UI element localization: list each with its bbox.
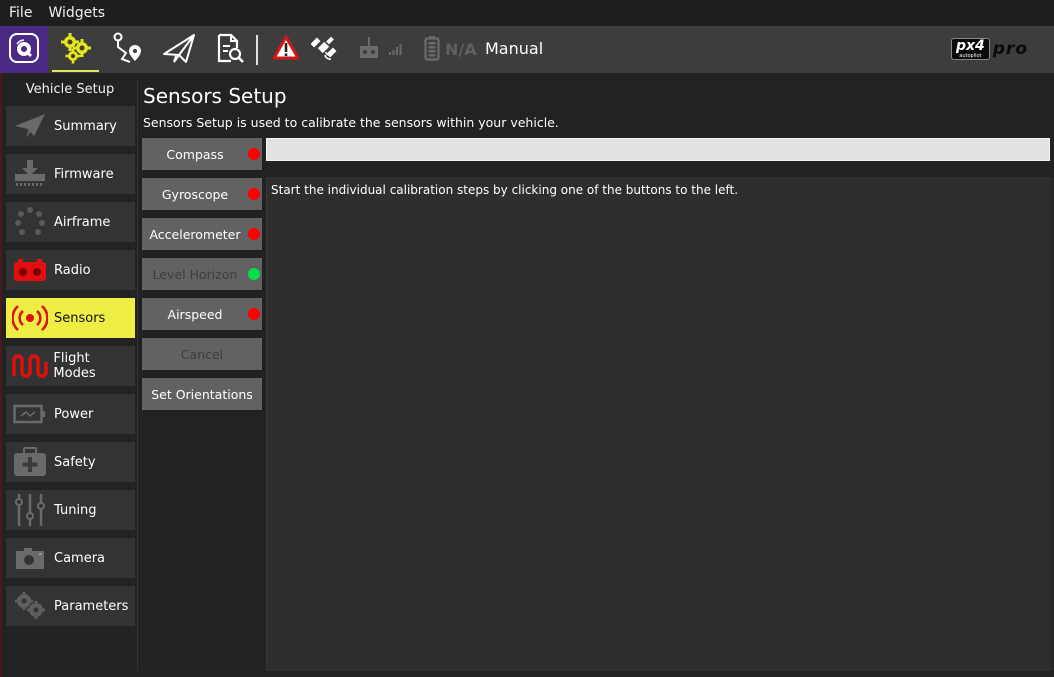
status-indicator-red — [248, 308, 260, 320]
button-label: Set Orientations — [151, 386, 253, 402]
set-orientations-button[interactable]: Set Orientations — [142, 378, 262, 410]
plan-button[interactable] — [106, 26, 148, 73]
sensors-icon — [6, 298, 54, 338]
battery-indicator[interactable] — [422, 26, 442, 73]
autopilot-text: autopilot — [959, 52, 982, 59]
fly-button[interactable] — [158, 26, 200, 73]
first-aid-kit-icon — [6, 442, 54, 482]
sidebar-item-label: Camera — [54, 550, 106, 566]
sidebar-item-label: Firmware — [54, 166, 114, 182]
qgc-logo-button[interactable] — [0, 26, 48, 73]
battery-power-icon — [6, 394, 54, 434]
button-label: Cancel — [180, 346, 224, 362]
sidebar-item-camera[interactable]: Camera — [6, 538, 135, 578]
document-search-icon — [213, 32, 245, 68]
flight-modes-icon — [6, 346, 53, 386]
sidebar-item-power[interactable]: Power — [6, 394, 135, 434]
cancel-button[interactable]: Cancel — [142, 338, 262, 370]
vehicle-setup-button[interactable] — [52, 26, 99, 73]
sidebar-item-label: Summary — [54, 118, 117, 134]
page-description: Sensors Setup is used to calibrate the s… — [143, 115, 559, 130]
camera-icon — [6, 538, 54, 578]
px4-text: px4 — [956, 37, 985, 54]
sidebar-item-label: Sensors — [54, 310, 106, 326]
status-indicator-green — [248, 268, 260, 280]
satellite-icon — [310, 35, 337, 65]
calibration-status-area: Start the individual calibration steps b… — [266, 177, 1049, 671]
scrollbar-track[interactable] — [1049, 177, 1054, 671]
gears-icon — [6, 586, 54, 626]
compass-calibrate-button[interactable]: Compass — [142, 138, 262, 170]
qgc-logo-icon — [8, 32, 40, 68]
vehicle-setup-sidebar: Vehicle Setup Summary Firmware Airframe … — [0, 73, 138, 677]
menu-widgets[interactable]: Widgets — [40, 5, 113, 21]
sidebar-item-flight-modes[interactable]: Flight Modes — [6, 346, 135, 386]
button-label: Gyroscope — [161, 186, 229, 202]
menu-file[interactable]: File — [0, 5, 40, 21]
gyroscope-calibrate-button[interactable]: Gyroscope — [142, 178, 262, 210]
sliders-icon — [6, 490, 54, 530]
status-indicator-red — [248, 188, 260, 200]
sidebar-item-tuning[interactable]: Tuning — [6, 490, 135, 530]
messages-indicator[interactable] — [270, 26, 302, 73]
sidebar-item-summary[interactable]: Summary — [6, 106, 135, 146]
paper-plane-icon — [162, 32, 196, 68]
signal-bars-icon — [388, 40, 404, 59]
rc-transmitter-icon — [358, 36, 380, 64]
gps-indicator[interactable] — [309, 26, 339, 73]
airframe-dots-icon — [6, 202, 54, 242]
sidebar-divider — [137, 80, 138, 670]
button-label: Level Horizon — [152, 266, 238, 282]
button-label: Compass — [166, 146, 224, 162]
airspeed-calibrate-button[interactable]: Airspeed — [142, 298, 262, 330]
sidebar-item-safety[interactable]: Safety — [6, 442, 135, 482]
sidebar-item-airframe[interactable]: Airframe — [6, 202, 135, 242]
selected-indicator — [52, 70, 99, 72]
sidebar-item-label: Power — [54, 406, 94, 422]
sidebar-item-label: Airframe — [54, 214, 111, 230]
status-indicator-red — [248, 148, 260, 160]
plan-route-icon — [110, 31, 144, 69]
sidebar-item-radio[interactable]: Radio — [6, 250, 135, 290]
analyze-button[interactable] — [208, 26, 250, 73]
sidebar-item-label: Flight Modes — [53, 351, 96, 381]
radio-icon — [6, 250, 54, 290]
px4-badge: px4 autopilot — [951, 38, 990, 60]
battery-status-text: N/A — [445, 40, 477, 59]
button-label: Accelerometer — [149, 226, 241, 242]
warning-triangle-icon — [272, 35, 300, 65]
pro-text: pro — [992, 39, 1029, 59]
download-icon — [6, 154, 54, 194]
button-label: Airspeed — [167, 306, 223, 322]
sidebar-item-firmware[interactable]: Firmware — [6, 154, 135, 194]
accelerometer-calibrate-button[interactable]: Accelerometer — [142, 218, 262, 250]
gears-icon — [59, 32, 93, 68]
status-indicator-red — [248, 228, 260, 240]
sidebar-item-label: Tuning — [54, 502, 97, 518]
sidebar-item-label: Radio — [54, 262, 91, 278]
px4-pro-logo: px4 autopilot pro — [951, 38, 1028, 60]
rc-signal — [386, 26, 406, 73]
menu-bar: File Widgets — [0, 0, 1054, 26]
instructions-text: Start the individual calibration steps b… — [271, 183, 739, 197]
sidebar-item-label: Safety — [54, 454, 96, 470]
flight-mode-selector[interactable]: Manual — [485, 39, 543, 58]
sidebar-item-parameters[interactable]: Parameters — [6, 586, 135, 626]
battery-icon — [424, 35, 440, 65]
page-title: Sensors Setup — [143, 84, 287, 108]
level-horizon-calibrate-button[interactable]: Level Horizon — [142, 258, 262, 290]
calibration-progress-bar — [266, 138, 1050, 161]
rc-indicator[interactable] — [356, 26, 382, 73]
paper-plane-icon — [6, 106, 54, 146]
toolbar-separator — [256, 35, 258, 65]
sidebar-item-label: Parameters — [54, 598, 129, 614]
sidebar-title: Vehicle Setup — [25, 82, 115, 97]
main-toolbar: N/A Manual px4 autopilot pro — [0, 26, 1054, 73]
sidebar-item-sensors[interactable]: Sensors — [6, 298, 135, 338]
